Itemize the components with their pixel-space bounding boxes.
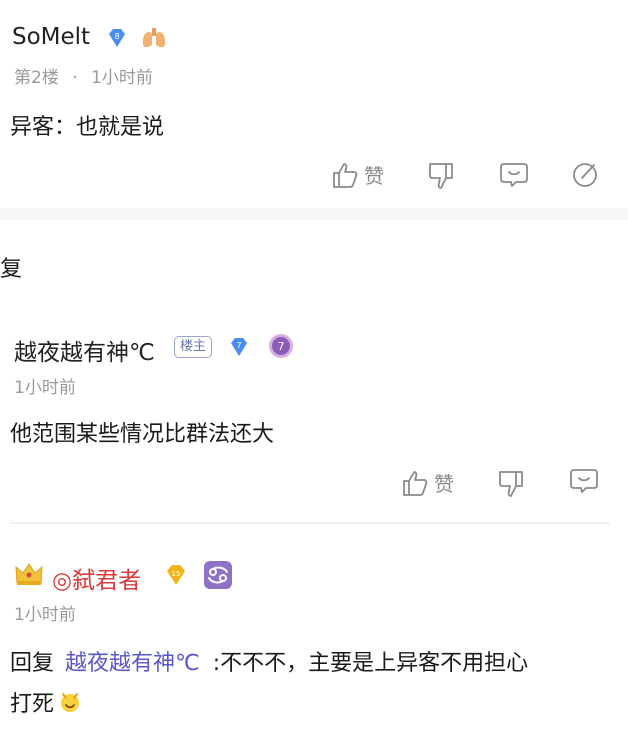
thumb-up-icon	[403, 470, 428, 496]
comment3-text: 回复 越夜越有神℃ :不不不，主要是上异客不用担心	[10, 645, 528, 677]
comment-icon	[570, 469, 598, 493]
floor-label: 第2楼	[14, 68, 59, 88]
level-badge-icon: 7	[228, 337, 250, 361]
comment1-username[interactable]: SoMelt	[12, 24, 90, 50]
comment3-text-line2: 打死	[10, 686, 82, 718]
level-badge-icon: 8	[106, 28, 128, 52]
dislike-button[interactable]	[428, 162, 456, 190]
level-number: 8	[114, 32, 119, 41]
comment3-username[interactable]: ◎弑君者	[52, 561, 141, 595]
thumb-down-icon	[499, 471, 523, 497]
comment1-floor: 第2楼 · 1小时前	[14, 63, 153, 88]
meta-dot: ·	[72, 68, 78, 88]
thumb-up-icon	[333, 162, 358, 188]
reply-button[interactable]	[570, 468, 598, 494]
crown-icon	[14, 561, 44, 591]
cancer-zodiac-icon	[204, 561, 232, 593]
reply-rest: :不不不，主要是上异客不用担心	[212, 651, 529, 676]
level-badge-icon: 15	[164, 564, 188, 590]
like-label: 赞	[364, 164, 384, 188]
like-button[interactable]: 赞	[402, 468, 454, 497]
dislike-button[interactable]	[498, 470, 526, 498]
like-label: 赞	[434, 472, 454, 496]
owner-badge-label: 楼主	[174, 336, 213, 358]
reply-line2: 打死	[10, 692, 55, 717]
reply-prefix: 回复	[10, 651, 55, 676]
owner-badge: 楼主	[174, 335, 213, 358]
mention-link[interactable]: 越夜越有神℃	[65, 651, 200, 676]
like-button[interactable]: 赞	[332, 160, 384, 189]
comment3-time: 1小时前	[14, 605, 76, 625]
smile-emoji-icon	[61, 693, 80, 712]
share-button[interactable]	[572, 160, 600, 188]
comment1-text: 异客：也就是说	[10, 115, 165, 140]
share-icon	[573, 163, 597, 187]
comment2-time: 1小时前	[14, 378, 76, 398]
section-divider	[0, 208, 628, 220]
planet-number: 7	[278, 340, 285, 353]
reply-button[interactable]	[500, 162, 528, 188]
comment2-text: 他范围某些情况比群法还大	[10, 422, 275, 447]
level-number: 7	[236, 341, 241, 350]
thumb-down-icon	[429, 163, 453, 189]
comment2-username[interactable]: 越夜越有神℃	[14, 333, 155, 367]
comment-icon	[500, 163, 528, 187]
comment1-time: 1小时前	[91, 68, 153, 88]
lungs-icon	[140, 26, 168, 54]
partial-reply-text: 复	[0, 257, 23, 282]
level-number: 15	[172, 570, 181, 578]
comment-divider	[10, 522, 610, 524]
planet-badge-icon: 7	[266, 331, 296, 365]
